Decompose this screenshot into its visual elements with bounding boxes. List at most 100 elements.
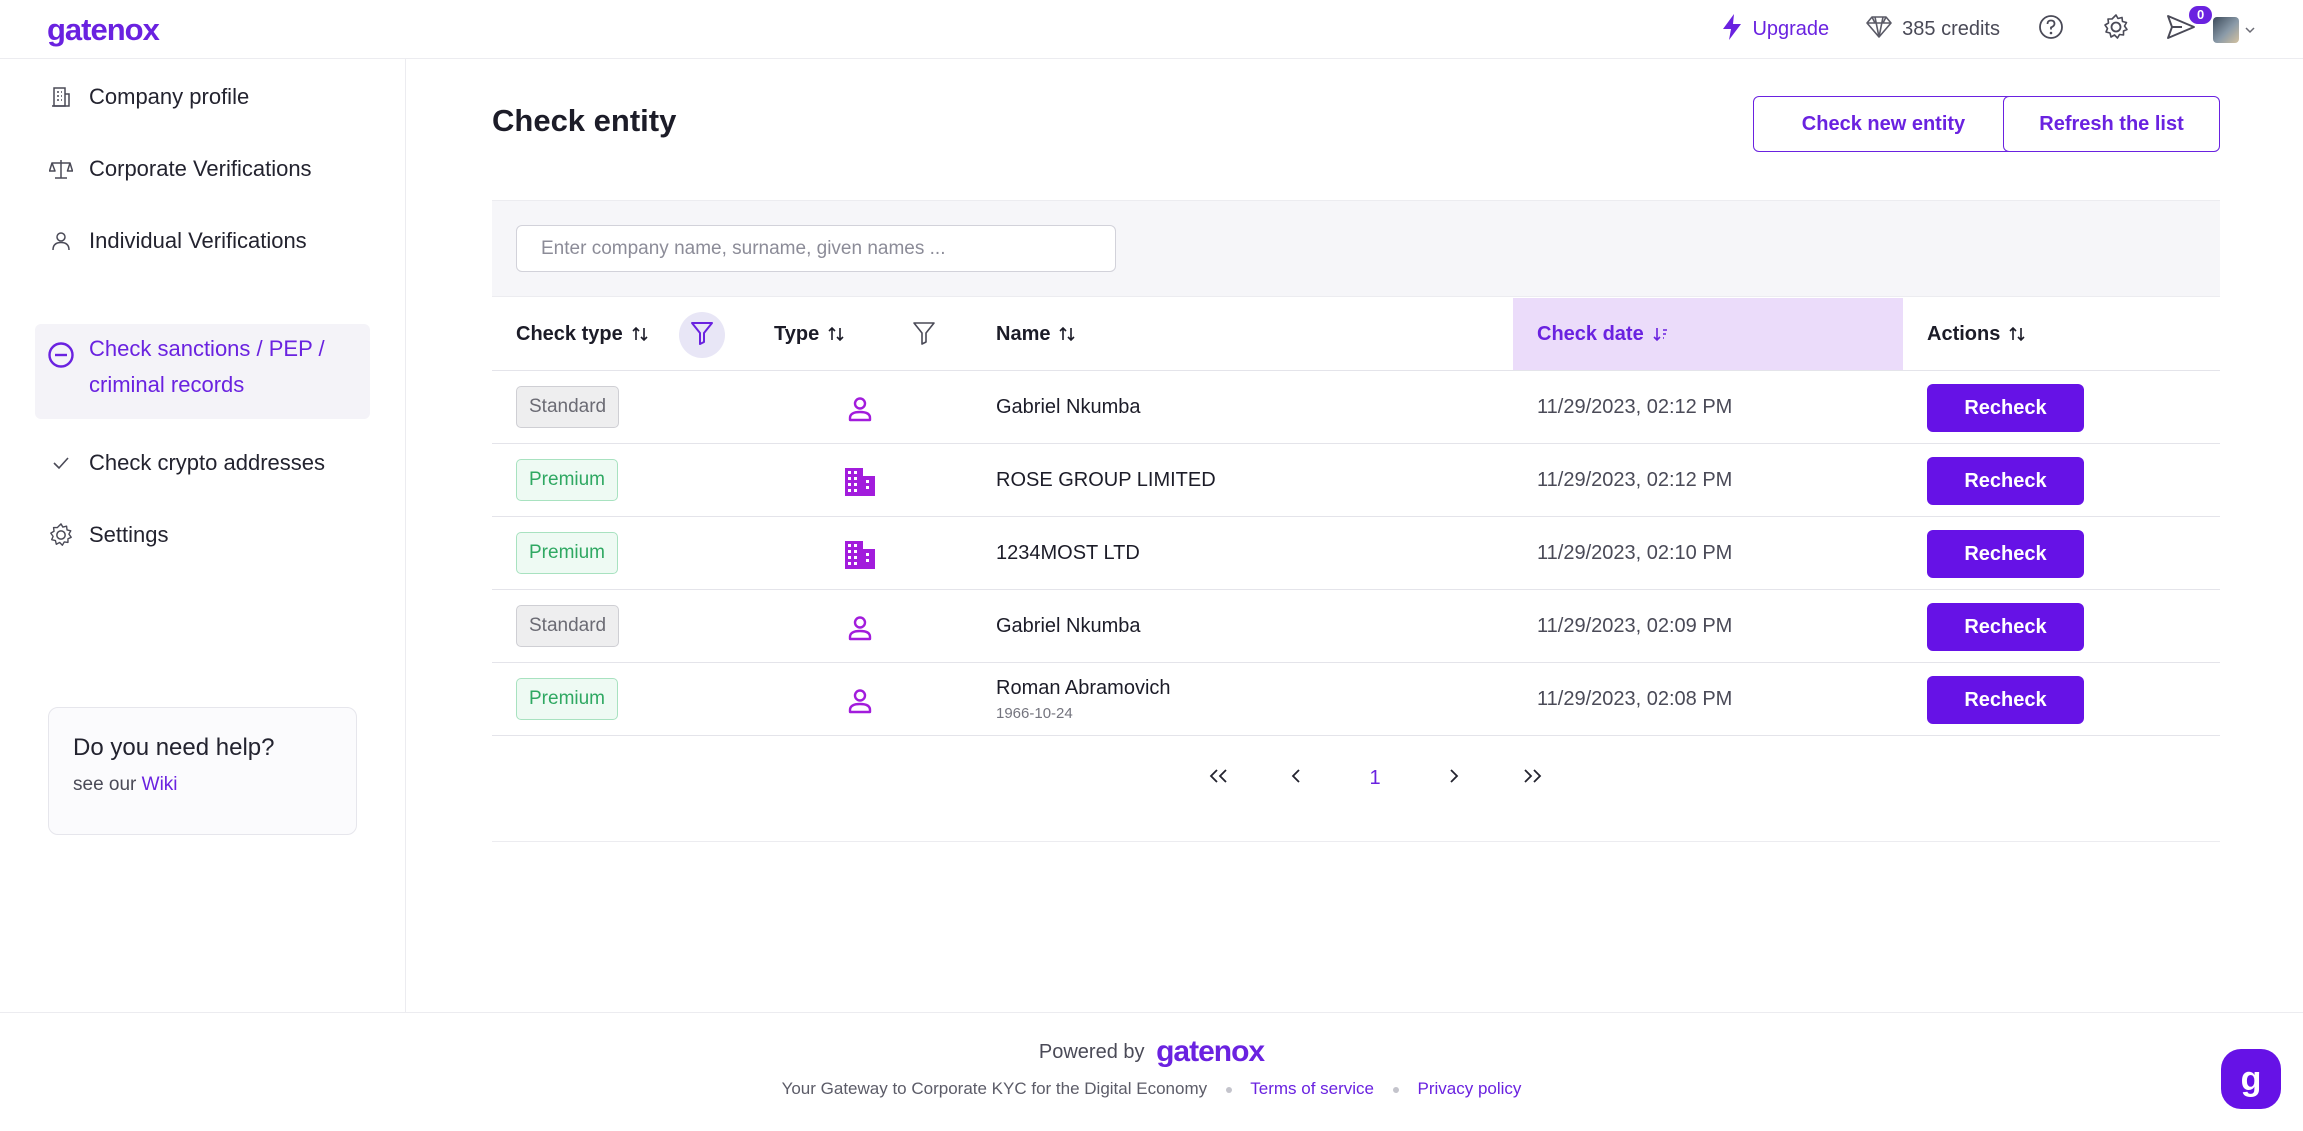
lightning-icon: [1720, 13, 1744, 47]
check-date: 11/29/2023, 02:12 PM: [1537, 395, 1733, 418]
column-label: Type: [774, 322, 820, 345]
table-row: Premium ROSE GROUP LIMITED 11/29/2023, 0…: [492, 444, 2220, 517]
first-page-button[interactable]: [1199, 756, 1239, 801]
entity-name: ROSE GROUP LIMITED: [996, 468, 1216, 491]
minus-circle-icon: [46, 340, 76, 370]
previous-page-button[interactable]: [1276, 756, 1316, 801]
table-header: Check type Type Name Check date Actions: [492, 298, 2220, 371]
upgrade-button[interactable]: Upgrade: [1720, 13, 1829, 47]
recheck-button[interactable]: Recheck: [1927, 384, 2084, 432]
column-label: Name: [996, 322, 1051, 345]
recheck-button[interactable]: Recheck: [1927, 676, 2084, 724]
next-page-button[interactable]: [1434, 756, 1474, 801]
footer-logo[interactable]: gatenox: [1156, 1035, 1265, 1068]
top-bar-actions: Upgrade 385 credits 0: [1720, 0, 2303, 59]
avatar: [2213, 16, 2239, 43]
separator-dot: [1225, 1086, 1232, 1093]
recheck-button[interactable]: Recheck: [1927, 603, 2084, 651]
sidebar-item-label: Check sanctions / PEP / criminal records: [89, 336, 325, 397]
sidebar-item-individual-verifications[interactable]: Individual Verifications: [35, 220, 370, 262]
diamond-icon: [1866, 15, 1892, 45]
type-filter-button[interactable]: [901, 312, 947, 358]
recheck-button[interactable]: Recheck: [1927, 530, 2084, 578]
name-cell: ROSE GROUP LIMITED: [996, 444, 1216, 516]
sidebar-item-label: Check crypto addresses: [89, 450, 325, 475]
name-cell: 1234MOST LTD: [996, 517, 1140, 589]
last-page-button[interactable]: [1512, 756, 1552, 801]
terms-link[interactable]: Terms of service: [1250, 1079, 1374, 1098]
check-type-badge: Premium: [516, 532, 619, 574]
column-name[interactable]: Name: [996, 298, 1076, 370]
entity-birth-date: 1966-10-24: [996, 704, 1073, 722]
table-row: Premium 1234MOST LTD 11/29/2023, 02:10 P…: [492, 517, 2220, 590]
column-check-date[interactable]: Check date: [1513, 298, 1903, 370]
gatenox-logo[interactable]: gatenox: [47, 12, 160, 48]
column-check-type[interactable]: Check type: [516, 298, 649, 370]
separator-dot: [1392, 1086, 1399, 1093]
building-icon: [843, 465, 877, 499]
notifications-button[interactable]: 0: [2167, 5, 2213, 44]
privacy-link[interactable]: Privacy policy: [1417, 1079, 1521, 1098]
credits-indicator[interactable]: 385 credits: [1866, 15, 2000, 45]
help-card: Do you need help? see our Wiki: [48, 707, 357, 835]
check-date: 11/29/2023, 02:12 PM: [1537, 468, 1733, 491]
sidebar-item-label: Company profile: [89, 84, 250, 109]
sort-descending-icon[interactable]: [1652, 325, 1670, 343]
help-button[interactable]: [2037, 14, 2065, 45]
footer: Powered by gatenox Your Gateway to Corpo…: [0, 1012, 2303, 1131]
check-type-badge: Standard: [516, 605, 620, 647]
pagination: 1: [492, 756, 2220, 801]
double-chevron-right-icon: [1521, 767, 1543, 790]
entity-name: 1234MOST LTD: [996, 541, 1140, 564]
building-icon: [46, 82, 76, 112]
table-row: Standard Gabriel Nkumba 11/29/2023, 02:0…: [492, 590, 2220, 663]
settings-button[interactable]: [2102, 13, 2130, 46]
notification-count-badge: 0: [2189, 5, 2213, 24]
sidebar-item-check-crypto[interactable]: Check crypto addresses: [35, 442, 370, 484]
sidebar-item-settings[interactable]: Settings: [35, 514, 370, 556]
check-type-badge: Standard: [516, 386, 620, 428]
scales-icon: [46, 154, 76, 184]
search-bar: [492, 200, 2220, 297]
sort-icon[interactable]: [1058, 325, 1076, 343]
column-label: Check type: [516, 322, 623, 345]
column-type[interactable]: Type: [774, 298, 845, 370]
user-menu[interactable]: [2213, 16, 2255, 43]
filter-icon: [912, 320, 936, 351]
sidebar: Company profile Corporate Verifications …: [0, 59, 406, 1012]
gear-icon: [2102, 13, 2130, 46]
powered-prefix: Powered by: [1038, 1041, 1145, 1063]
person-icon: [843, 611, 877, 645]
person-icon: [843, 684, 877, 718]
upgrade-label: Upgrade: [1752, 18, 1830, 40]
entity-name: Gabriel Nkumba: [996, 395, 1141, 418]
credits-label: 385 credits: [1902, 18, 2000, 40]
chevron-right-icon: [1448, 767, 1460, 790]
check-type-filter-button[interactable]: [679, 312, 725, 358]
sidebar-item-label: Settings: [89, 522, 169, 547]
column-actions[interactable]: Actions: [1927, 298, 2026, 370]
chat-widget-button[interactable]: g: [2221, 1049, 2281, 1109]
gear-icon: [46, 520, 76, 550]
refresh-list-button[interactable]: Refresh the list: [2003, 96, 2220, 152]
sort-icon[interactable]: [2008, 325, 2026, 343]
search-input[interactable]: [516, 225, 1116, 272]
name-cell: Roman Abramovich 1966-10-24: [996, 663, 1171, 735]
check-date: 11/29/2023, 02:10 PM: [1537, 541, 1733, 564]
page-number-current[interactable]: 1: [1355, 756, 1395, 801]
sidebar-item-corporate-verifications[interactable]: Corporate Verifications: [35, 148, 370, 190]
check-new-entity-button[interactable]: Check new entity: [1753, 96, 2014, 152]
sidebar-item-check-sanctions[interactable]: Check sanctions / PEP / criminal records: [35, 324, 370, 419]
check-icon: [46, 448, 76, 478]
name-cell: Gabriel Nkumba: [996, 371, 1141, 443]
question-circle-icon: [2038, 14, 2064, 45]
sort-icon[interactable]: [827, 325, 845, 343]
help-prefix: see our: [73, 774, 137, 795]
sidebar-item-company-profile[interactable]: Company profile: [35, 76, 370, 118]
name-cell: Gabriel Nkumba: [996, 590, 1141, 662]
entity-name: Roman Abramovich: [996, 676, 1171, 699]
sort-icon[interactable]: [631, 325, 649, 343]
recheck-button[interactable]: Recheck: [1927, 457, 2084, 505]
wiki-link[interactable]: Wiki: [142, 774, 178, 795]
chevron-down-icon: [2245, 21, 2255, 39]
